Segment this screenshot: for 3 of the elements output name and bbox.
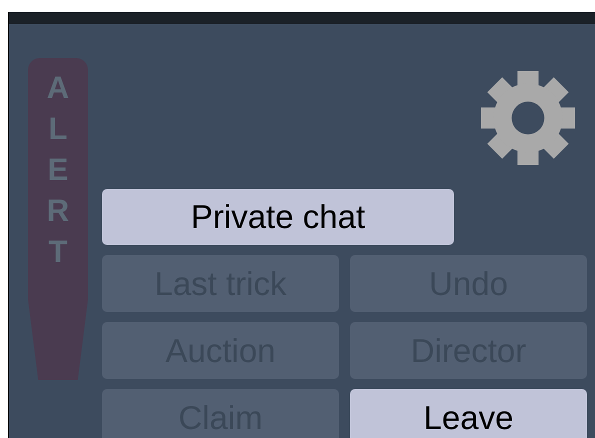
settings-icon[interactable] <box>480 70 576 166</box>
private-chat-button[interactable]: Private chat <box>102 189 454 245</box>
menu-button[interactable]: Leave <box>350 389 587 438</box>
